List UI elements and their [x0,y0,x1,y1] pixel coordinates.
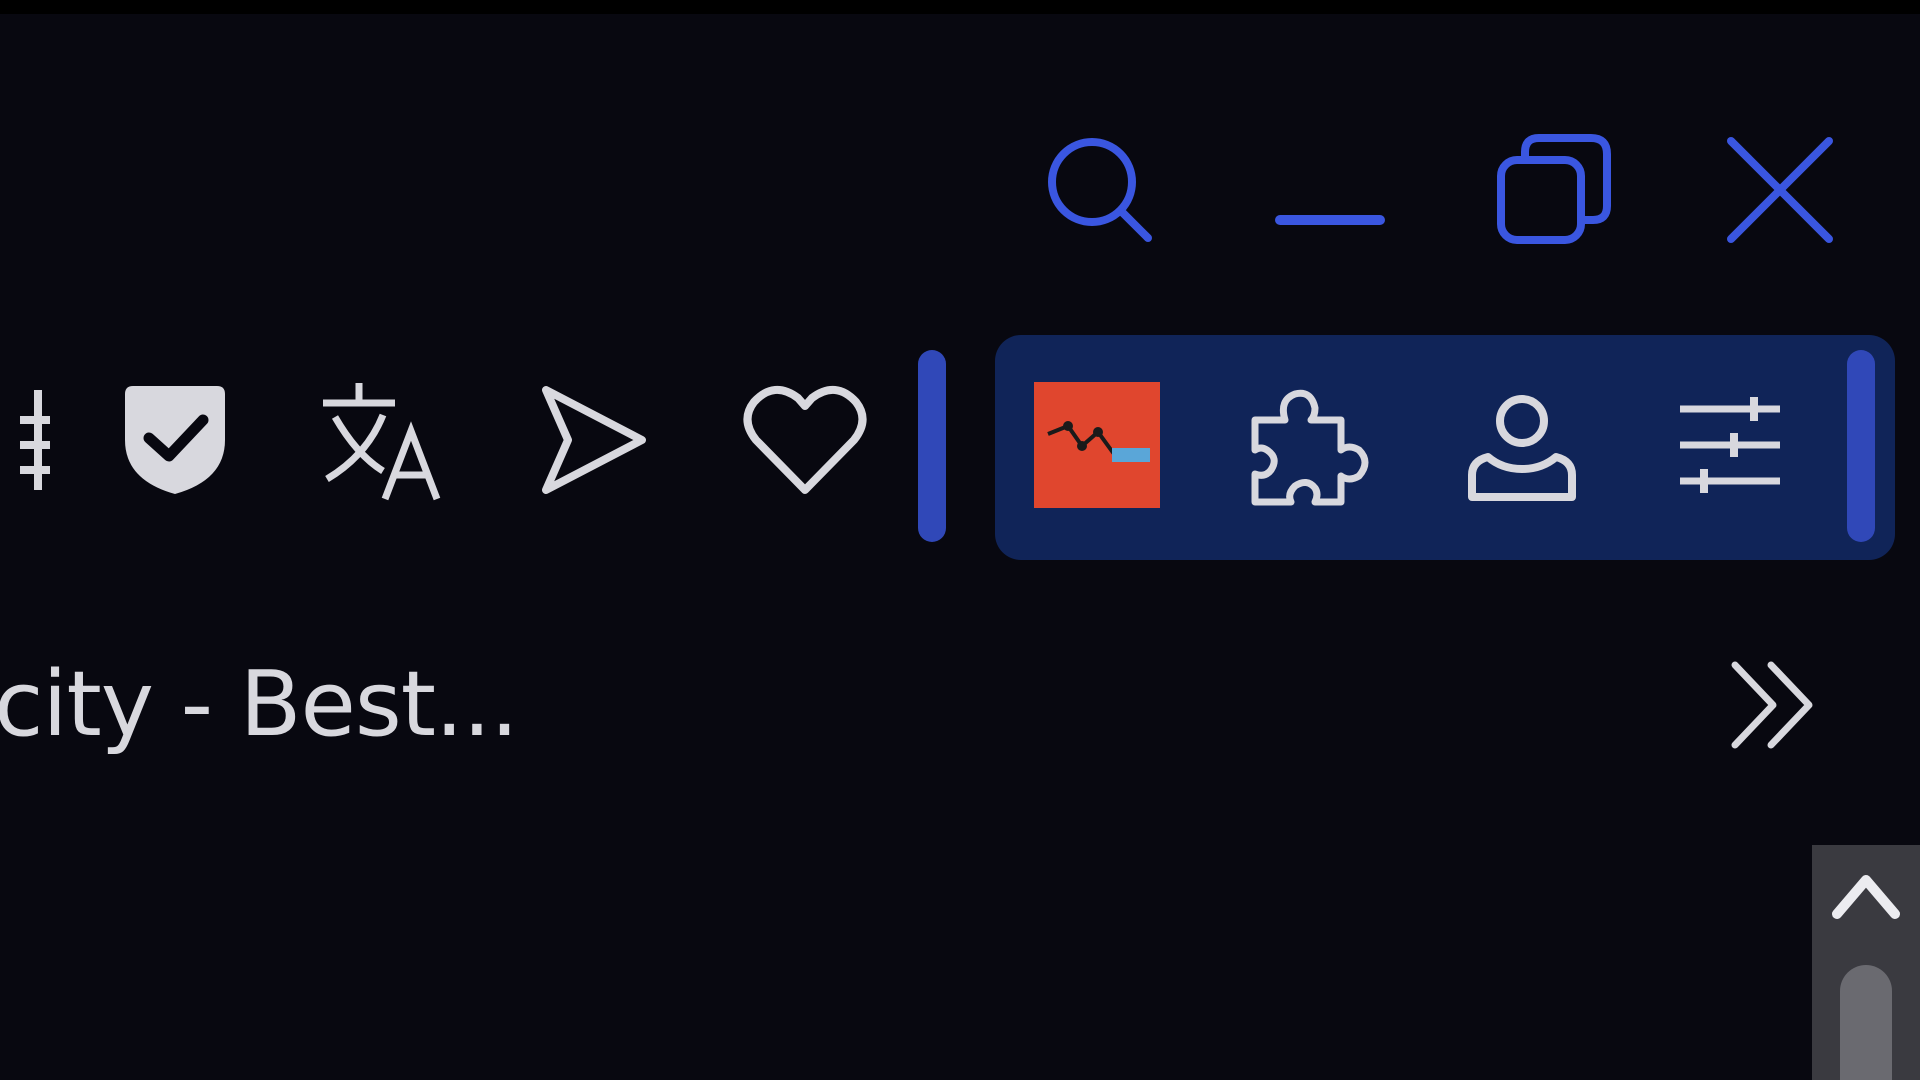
red-extension-icon [1034,382,1160,508]
scroll-thumb[interactable] [1840,965,1892,1080]
bookmark-item[interactable]: city - Best... [0,640,519,770]
browser-toolbar [0,330,1920,570]
restore-button[interactable] [1485,120,1625,260]
sliders-icon [1680,397,1780,493]
puzzle-icon [1251,389,1369,506]
restore-icon [1497,134,1611,244]
extensions-group [995,335,1895,560]
pocket-button[interactable] [105,370,245,510]
search-icon [1048,138,1152,242]
settings-button[interactable] [1660,375,1800,515]
extensions-menu-button[interactable] [1240,375,1380,515]
chevron-double-right-icon [1731,661,1813,749]
send-icon [542,386,646,494]
scroll-up-button[interactable] [1812,845,1920,945]
shield-check-icon [125,386,225,494]
profile-button[interactable] [1452,375,1592,515]
search-button[interactable] [1030,120,1170,260]
heart-icon [743,386,867,494]
extensions-divider [1847,350,1875,542]
extension-button[interactable] [1027,375,1167,515]
window-top-edge [0,0,1920,14]
chevron-up-icon [1832,875,1900,919]
profile-icon [1468,395,1576,501]
close-button[interactable] [1710,120,1850,260]
bookmarks-bar: city - Best... [0,640,1920,770]
favorites-button[interactable] [735,370,875,510]
translate-icon [323,383,441,501]
vertical-scrollbar[interactable] [1812,845,1920,1080]
minimize-button[interactable] [1260,120,1400,260]
toolbar-divider [918,350,946,542]
minimize-icon [1275,215,1385,225]
close-icon [1727,137,1833,243]
partial-icon [20,390,50,490]
browser-window: city - Best... [0,0,1920,1080]
partial-toolbar-button[interactable] [0,370,70,510]
bookmarks-overflow-button[interactable] [1720,650,1830,760]
translate-button[interactable] [312,370,452,510]
window-controls [1030,120,1890,260]
send-button[interactable] [522,370,662,510]
